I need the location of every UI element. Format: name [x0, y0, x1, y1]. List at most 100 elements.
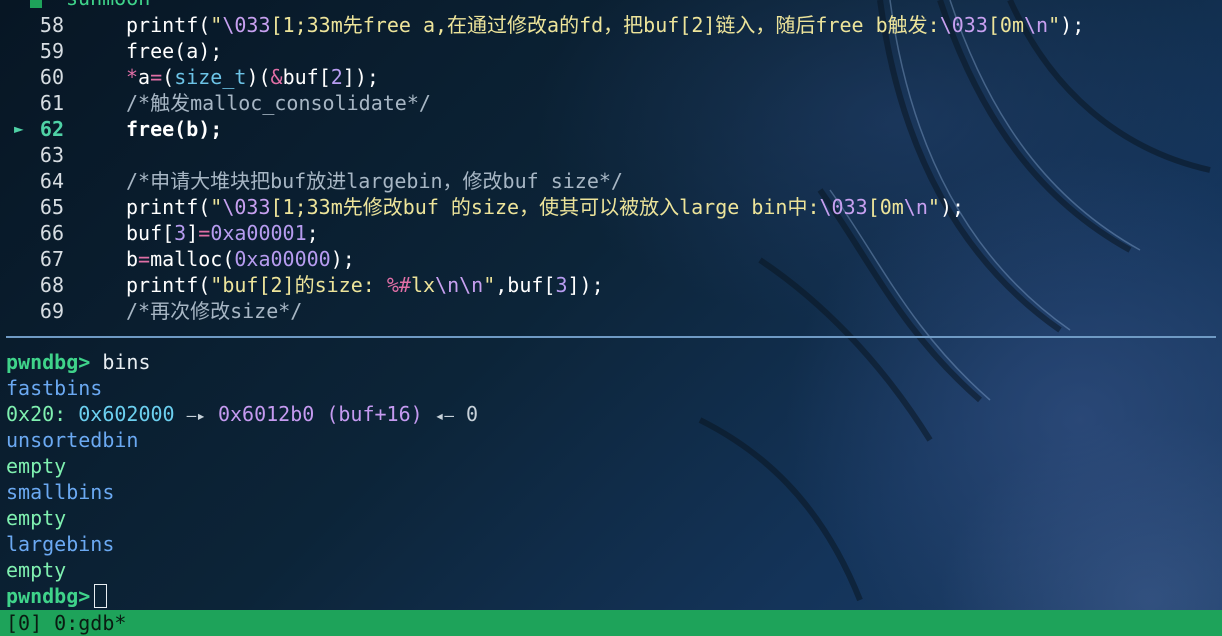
- code-token: \n\n: [435, 273, 484, 297]
- line-code: /*申请大堆块把buf放进largebin，修改buf size*/: [126, 168, 623, 194]
- final-prompt: pwndbg>: [6, 584, 91, 608]
- line-number: 61: [39, 91, 64, 115]
- code-token: ": [210, 13, 223, 37]
- code-token: =: [138, 247, 151, 271]
- code-token: (: [162, 65, 175, 89]
- code-token: malloc(: [150, 247, 235, 271]
- code-token: lx: [410, 273, 436, 297]
- tmux-status-bar[interactable]: [0] 0:gdb*: [0, 610, 1222, 636]
- status-window-label[interactable]: [0] 0:gdb*: [6, 611, 126, 635]
- code-token: %#: [386, 273, 411, 297]
- line-number: 64: [39, 169, 64, 193]
- code-token: &: [270, 65, 283, 89]
- command-line: pwndbg> bins: [6, 349, 151, 375]
- pane-divider: [6, 336, 1216, 338]
- code-token: buf[: [282, 65, 331, 89]
- largebins-heading: largebins: [6, 531, 114, 557]
- line-number: 63: [39, 143, 64, 167]
- code-token: )(: [246, 65, 271, 89]
- largebins-label: largebins: [6, 532, 115, 556]
- line-number: 65: [39, 195, 64, 219]
- arrow-right-icon: —▸: [186, 406, 206, 425]
- largebins-value: empty: [6, 557, 66, 583]
- code-token: ;: [306, 221, 319, 245]
- code-token: /*再次修改size*/: [126, 299, 303, 323]
- input-line[interactable]: pwndbg>: [6, 583, 108, 609]
- line-number: 66: [39, 221, 64, 245]
- line-number: 60: [39, 65, 64, 89]
- code-token: );: [1060, 13, 1085, 37]
- code-token: \033: [819, 195, 868, 219]
- code-token: 0xa00000: [234, 247, 331, 271]
- code-token: *: [126, 65, 139, 89]
- code-token: ": [927, 195, 940, 219]
- code-token: size_t: [174, 65, 247, 89]
- code-token: ": [1048, 13, 1061, 37]
- code-token: ": [483, 273, 496, 297]
- line-code: buf[3]=0xa00001;: [126, 220, 319, 246]
- code-token: free(b);: [126, 117, 223, 141]
- line-code: free(a);: [126, 38, 222, 64]
- code-token: 0xa00001: [210, 221, 307, 245]
- code-token: \033: [222, 195, 271, 219]
- text-cursor[interactable]: [94, 584, 108, 608]
- unsortedbin-empty: empty: [6, 454, 67, 478]
- pane-title: sunmoon: [66, 0, 150, 8]
- command-text: bins: [102, 350, 151, 374]
- line-number: 59: [39, 39, 64, 63]
- code-token: /*触发malloc_consolidate*/: [126, 91, 431, 115]
- code-token: ]);: [567, 273, 604, 297]
- smallbins-label: smallbins: [6, 480, 115, 504]
- code-token: buf[: [126, 221, 175, 245]
- code-token: [0m: [867, 195, 904, 219]
- prompt: pwndbg>: [6, 350, 91, 374]
- line-number: 68: [39, 273, 64, 297]
- fastbin-entry: 0x20: 0x602000 —▸ 0x6012b0 (buf+16) ◂— 0: [6, 401, 478, 427]
- code-token: =: [198, 221, 211, 245]
- line-code: *a=(size_t)(&buf[2]);: [126, 64, 379, 90]
- code-token: [0m: [987, 13, 1025, 37]
- code-token: printf(: [126, 195, 211, 219]
- code-token: ]);: [342, 65, 379, 89]
- arrow-left-icon: ◂—: [434, 406, 454, 425]
- largebins-empty: empty: [6, 558, 67, 582]
- code-token: 3: [174, 221, 187, 245]
- fastbin-symbol: (buf+16): [326, 402, 423, 426]
- line-code: free(b);: [126, 116, 222, 142]
- line-code: printf("\033[1;33m先free a,在通过修改a的fd，把buf…: [126, 12, 1084, 38]
- fastbins-heading: fastbins: [6, 375, 102, 401]
- smallbins-value: empty: [6, 505, 66, 531]
- code-token: );: [939, 195, 965, 219]
- line-number: 58: [39, 13, 64, 37]
- unsortedbin-label: unsortedbin: [6, 428, 139, 452]
- line-code: printf("\033[1;33m先修改buf 的size，使其可以被放入la…: [126, 194, 964, 220]
- code-token: [1;33m先free a,在通过修改a的fd，把buf[2]链入，随后free…: [270, 13, 940, 37]
- code-token: =: [150, 65, 163, 89]
- code-token: free(a);: [126, 39, 223, 63]
- line-number: 67: [39, 247, 64, 271]
- code-token: b: [126, 247, 139, 271]
- code-token: ]: [186, 221, 199, 245]
- code-token: /*申请大堆块把buf放进largebin，修改buf size*/: [126, 169, 623, 193]
- pane-marker: [30, 0, 42, 8]
- code-token: printf(: [126, 273, 211, 297]
- unsortedbin-value: empty: [6, 453, 66, 479]
- unsortedbin-heading: unsortedbin: [6, 427, 138, 453]
- code-token: );: [330, 247, 355, 271]
- smallbins-empty: empty: [6, 506, 67, 530]
- line-code: /*触发malloc_consolidate*/: [126, 90, 431, 116]
- code-token: [1;33m先修改buf 的size，使其可以被放入large bin中:: [270, 195, 820, 219]
- code-token: printf(: [126, 13, 211, 37]
- line-number: 62: [39, 117, 64, 141]
- code-token: a: [138, 65, 151, 89]
- code-token: \n: [1024, 13, 1049, 37]
- fastbin-addr2: 0x6012b0: [217, 402, 315, 426]
- code-token: ": [210, 195, 223, 219]
- line-number: 69: [39, 299, 64, 323]
- code-token: 2: [330, 65, 343, 89]
- code-token: \033: [222, 13, 271, 37]
- code-token: ,buf[: [495, 273, 556, 297]
- line-code: /*再次修改size*/: [126, 298, 302, 324]
- fastbins-label: fastbins: [6, 376, 103, 400]
- line-code: b=malloc(0xa00000);: [126, 246, 355, 272]
